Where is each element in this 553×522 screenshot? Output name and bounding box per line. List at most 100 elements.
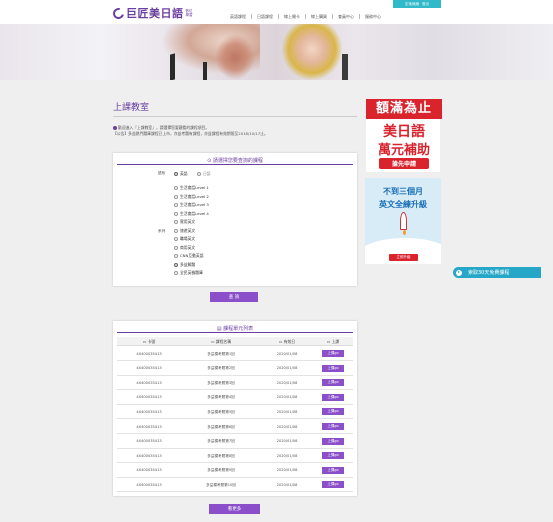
filter-title-text: 請選擇您要查詢的課程 [212, 158, 263, 164]
enter-class-button[interactable]: 上課go [322, 379, 344, 387]
course-name: 多益模考題第9回 [207, 468, 235, 473]
enter-class-button[interactable]: 上課go [322, 364, 344, 372]
card-number: 4X400035413 [136, 395, 162, 400]
radio-icon [174, 237, 178, 241]
nav-item-buy[interactable]: 線上購買 [311, 14, 327, 20]
language-option-japanese[interactable]: 日語 [197, 171, 211, 177]
ad-line: 英文全練升級 [379, 200, 427, 209]
course-name: 多益模考題第6回 [207, 424, 235, 429]
column-header-course: ▭ 課程名稱 [211, 339, 231, 344]
radio-icon [174, 228, 178, 233]
series-option[interactable]: 商用英文 [174, 245, 195, 251]
series-option[interactable]: 生活會話Level 1 [174, 185, 209, 191]
enter-class-button[interactable]: 上課go [322, 466, 344, 474]
column-header-expiry: ▭ 有效日 [278, 339, 296, 344]
course-filter-panel: ⊙ 請選擇您要查詢的課程 語系 英語 日語 系列 生活會話Level 1 生活會… [113, 153, 357, 286]
expiry-date: 2020/01/08 [276, 351, 298, 356]
course-list-panel: ▤ 課程單元列表 ▭ 卡號 ▭ 課程名稱 ▭ 有效日 ▭ 上課 4X400035… [113, 321, 357, 496]
card-number: 4X400035413 [136, 380, 162, 385]
hero-banner [0, 24, 553, 80]
upgrade-now-button[interactable]: 立即升級 [389, 254, 418, 261]
course-name: 多益模考題第8回 [207, 453, 235, 458]
site-logo[interactable]: 巨匠美日語 數位學習 [110, 5, 194, 21]
series-option[interactable]: 實用英文 [174, 219, 195, 225]
series-option[interactable]: CNN互動英語 [174, 253, 204, 259]
column-header-card: ▭ 卡號 [142, 339, 156, 344]
title-divider [113, 116, 357, 117]
more-button[interactable]: 看更多 [209, 504, 260, 514]
language-option-english[interactable]: 英語 [174, 171, 188, 177]
nav-item-japanese[interactable]: 日語課程 [257, 14, 273, 20]
series-option[interactable]: 生活會話Level 3 [174, 202, 209, 208]
card-number: 4X400035413 [136, 439, 162, 444]
radio-icon [174, 254, 178, 258]
enter-class-button[interactable]: 上課go [322, 452, 344, 460]
list-title: ▤ 課程單元列表 [117, 321, 353, 333]
table-row: 4X400035413 多益模考題第4回 2020/01/08 上課go [117, 391, 353, 405]
language-label: 語系 [158, 171, 166, 175]
list-title-text: 課程單元列表 [223, 326, 254, 332]
logo-subtext: 數位學習 [185, 9, 193, 17]
nav-item-card[interactable]: 線上開卡 [284, 14, 300, 20]
nav-divider [278, 14, 279, 19]
nav-divider [251, 14, 252, 19]
info-icon [113, 126, 117, 130]
table-row: 4X400035413 多益模考題第1回 2020/01/08 上課go [117, 347, 353, 361]
ad-line: 萬元補助 [377, 143, 430, 158]
expiry-date: 2020/01/08 [276, 380, 298, 385]
series-option[interactable]: 生活會話Level 2 [174, 194, 209, 200]
enter-class-button[interactable]: 上課go [322, 408, 344, 416]
series-option[interactable]: 旅遊英文 [174, 228, 195, 234]
subsidy-ad[interactable]: 額滿為止 美日語 萬元補助 搶先申請 [365, 98, 442, 173]
series-option[interactable]: 全民英檢題庫 [174, 270, 203, 276]
cart-link[interactable]: 定後就緒 [405, 2, 419, 7]
nav-divider [305, 14, 306, 19]
rocket-icon [400, 212, 407, 235]
apply-now-button[interactable]: 搶先申請 [379, 158, 429, 169]
radio-icon [174, 194, 178, 199]
nav-item-english[interactable]: 英語課程 [230, 14, 246, 20]
column-header-class: ▭ 上課 [326, 339, 340, 344]
series-option-selected[interactable]: 多益解題 [174, 262, 195, 268]
expiry-date: 2020/01/08 [276, 395, 298, 400]
nav-item-service[interactable]: 服務中心 [365, 14, 381, 20]
expiry-date: 2020/01/08 [276, 366, 298, 371]
nav-divider [332, 14, 333, 19]
free-trial-label: 索取30天免費課程 [468, 270, 510, 276]
expiry-date: 2020/01/08 [276, 439, 298, 444]
upgrade-ad[interactable]: 不到三個月 英文全練升級 立即升級 [365, 178, 441, 264]
card-number: 4X400035413 [136, 453, 162, 458]
banner-monitor [170, 53, 175, 80]
logo-icon [110, 5, 127, 21]
logout-link[interactable]: 登出 [422, 2, 429, 7]
table-row: 4X400035413 多益模考題第9回 2020/01/08 上課go [117, 464, 353, 478]
expiry-date: 2020/01/08 [276, 424, 298, 429]
enter-class-button[interactable]: 上課go [322, 423, 344, 430]
enter-class-button[interactable]: 上課go [322, 393, 344, 401]
table-row: 4X400035413 多益模考題第8回 2020/01/08 上課go [117, 449, 353, 464]
banner-person-left [215, 34, 255, 80]
table-row: 4X400035413 多益模考題第5回 2020/01/08 上課go [117, 405, 353, 420]
enter-class-button[interactable]: 上課go [322, 350, 344, 357]
search-button[interactable]: 查 詢 [210, 292, 258, 302]
card-number: 4X400035413 [136, 351, 162, 356]
free-trial-tab[interactable]: 索取30天免費課程 [453, 267, 541, 278]
table-row: 4X400035413 多益模考題第7回 2020/01/08 上課go [117, 435, 353, 449]
site-header: 巨匠美日語 數位學習 定後就緒 登出 英語課程 日語課程 線上開卡 線上購買 會… [0, 0, 553, 24]
enter-class-button[interactable]: 上課go [322, 481, 344, 489]
enter-class-button[interactable]: 上課go [322, 437, 344, 445]
card-number: 4X400035413 [136, 482, 162, 487]
course-name: 多益模考題第5回 [207, 409, 235, 414]
search-icon: ⊙ [207, 158, 212, 164]
table-row: 4X400035413 多益模考題第2回 2020/01/08 上課go [117, 362, 353, 376]
card-number: 4X400035413 [136, 424, 162, 429]
nav-item-member[interactable]: 會員中心 [338, 14, 354, 20]
course-name: 多益模考題第10回 [206, 482, 236, 487]
course-name: 多益模考題第4回 [207, 395, 235, 400]
calendar-icon: ▤ [216, 326, 222, 332]
series-option[interactable]: 職場英文 [174, 236, 195, 242]
series-option[interactable]: 生活會話Level 4 [174, 211, 209, 217]
ad-line: 美日語 [383, 124, 425, 140]
card-number: 4X400035413 [136, 409, 162, 414]
announcement-text: 【公告】多益熱門題庫課程已上市，亦益考題有課程，亦益課程有效期限至2018/10… [113, 131, 268, 136]
